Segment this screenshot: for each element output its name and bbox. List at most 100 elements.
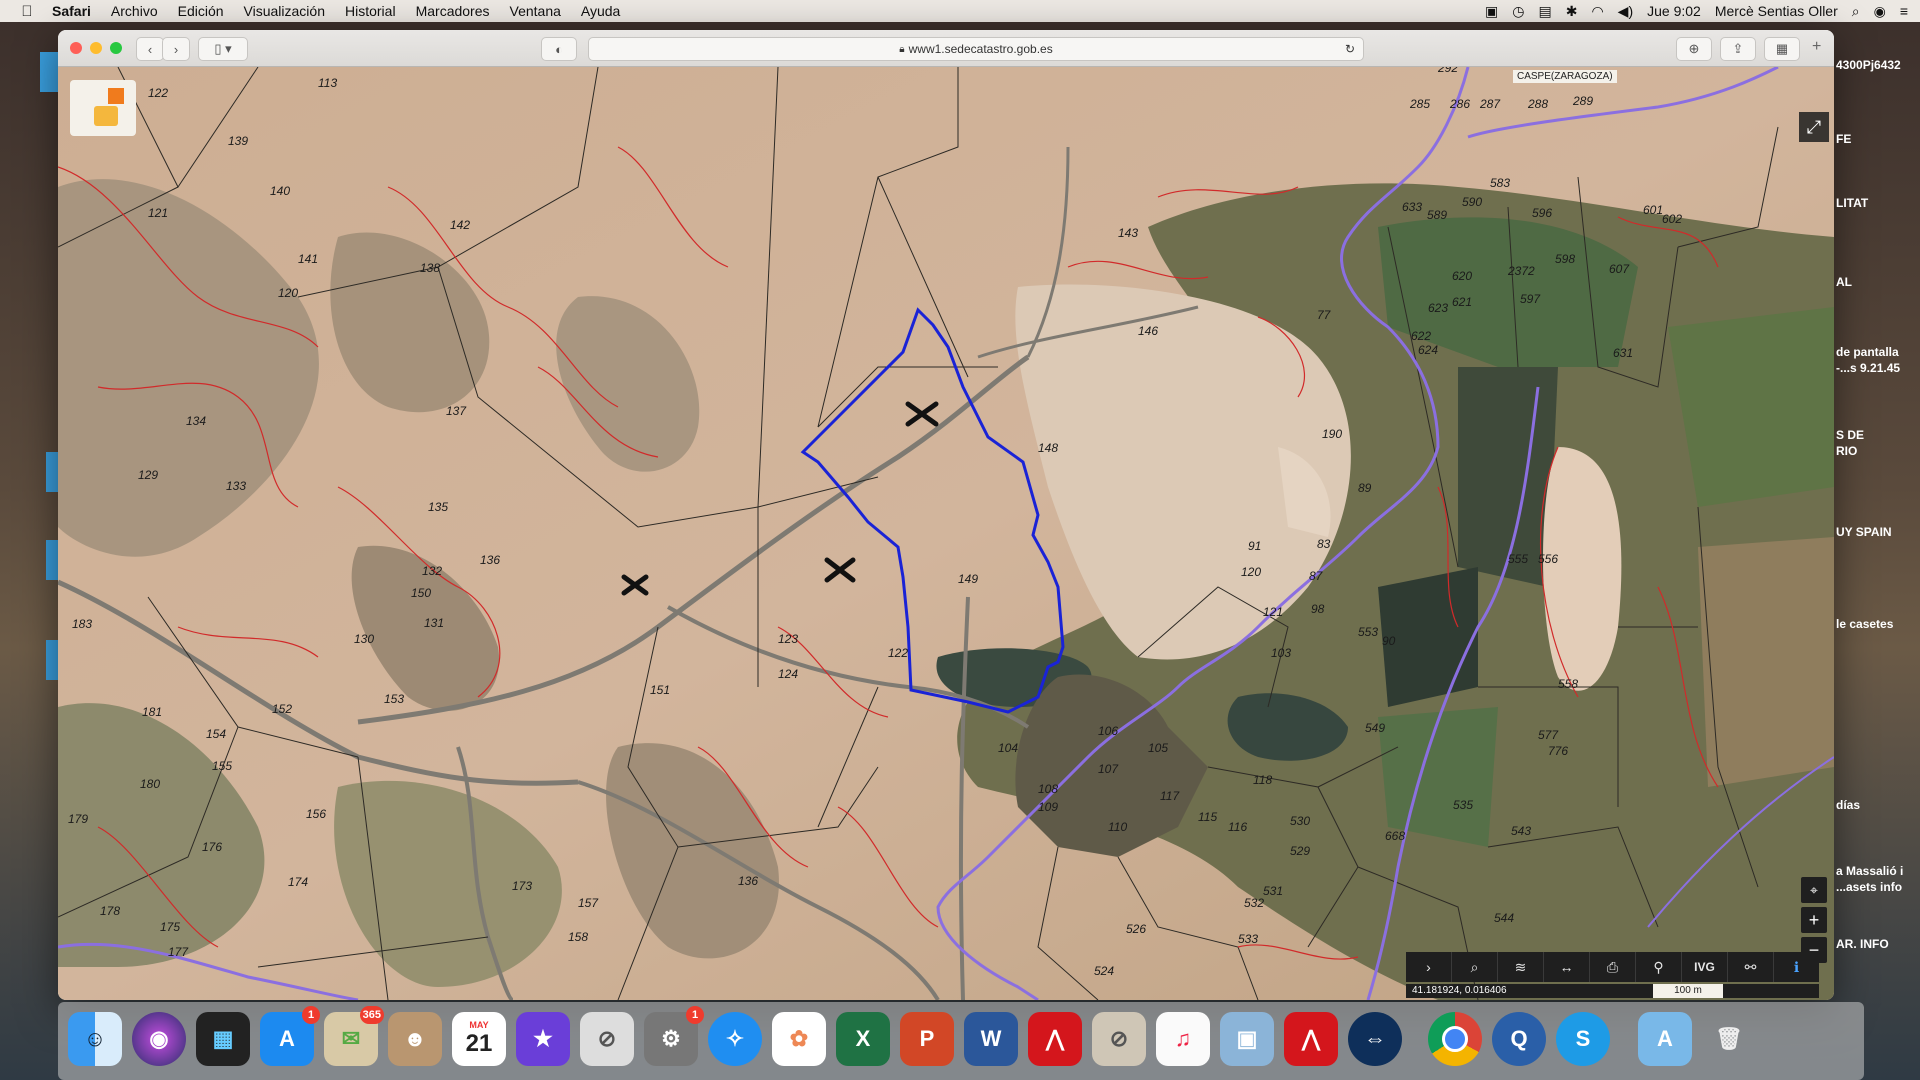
parcel-number-label: 121 bbox=[1263, 605, 1283, 619]
parcel-number-label: 139 bbox=[228, 134, 248, 148]
layers-button[interactable]: ≋ bbox=[1498, 952, 1544, 982]
acrobat-reader-icon[interactable]: ⋀ bbox=[1284, 1012, 1338, 1066]
acrobat-icon[interactable]: ⋀ bbox=[1028, 1012, 1082, 1066]
menu-historial[interactable]: Historial bbox=[335, 3, 406, 19]
desktop-item-label[interactable]: de pantalla bbox=[1836, 345, 1899, 359]
zoom-in-button[interactable]: + bbox=[1801, 907, 1827, 933]
address-bar[interactable]: 🔒︎ www1.sedecatastro.gob.es ↻ bbox=[588, 37, 1364, 61]
bluetooth-icon[interactable]: ✱ bbox=[1566, 3, 1578, 20]
tab-overview-button[interactable]: ▦ bbox=[1764, 37, 1800, 61]
ivg-button[interactable]: IVG bbox=[1682, 952, 1728, 982]
search-button[interactable]: ⌕ bbox=[1452, 952, 1498, 982]
parcel-number-label: 141 bbox=[298, 252, 318, 266]
parcel-number-label: 122 bbox=[888, 646, 908, 660]
forward-button[interactable]: › bbox=[162, 37, 190, 61]
trash-icon[interactable]: 🗑︎ bbox=[1702, 1012, 1756, 1066]
status-calendar-icon[interactable]: ▤ bbox=[1538, 3, 1551, 20]
menu-edicion[interactable]: Edición bbox=[168, 3, 234, 19]
desktop-item-label[interactable]: LITAT bbox=[1836, 196, 1868, 210]
parcel-number-label: 622 bbox=[1411, 329, 1431, 343]
menu-ventana[interactable]: Ventana bbox=[500, 3, 571, 19]
share-button[interactable]: ⇪ bbox=[1720, 37, 1756, 61]
parcel-number-label: 183 bbox=[72, 617, 92, 631]
mail-icon[interactable]: ✉ 365 bbox=[324, 1006, 384, 1066]
desktop-item-label[interactable]: días bbox=[1836, 798, 1860, 812]
new-tab-button[interactable]: + bbox=[1812, 38, 1821, 56]
calendar-icon[interactable]: MAY 21 bbox=[452, 1012, 506, 1066]
time-machine-icon[interactable]: ◷ bbox=[1512, 3, 1524, 20]
powerpoint-icon[interactable]: P bbox=[900, 1012, 954, 1066]
desktop-item-label[interactable]: 4300Pj6432 bbox=[1836, 58, 1901, 72]
word-icon[interactable]: W bbox=[964, 1012, 1018, 1066]
locate-button[interactable]: ⌖ bbox=[1801, 877, 1827, 903]
reload-icon[interactable]: ↻ bbox=[1345, 42, 1355, 56]
menu-visualizacion[interactable]: Visualización bbox=[234, 3, 335, 19]
contacts-icon[interactable]: ☻ bbox=[388, 1012, 442, 1066]
desktop-left-edge-3 bbox=[46, 540, 58, 580]
safari-icon[interactable]: ✧ bbox=[708, 1012, 762, 1066]
parcel-number-label: 553 bbox=[1358, 625, 1378, 639]
info-button[interactable]: ℹ bbox=[1774, 952, 1819, 982]
back-button[interactable]: ‹ bbox=[136, 37, 164, 61]
menu-marcadores[interactable]: Marcadores bbox=[406, 3, 500, 19]
parcel-number-label: 176 bbox=[202, 840, 222, 854]
print-button[interactable]: ⎙ bbox=[1590, 952, 1636, 982]
utility-app-icon[interactable]: ⊘ bbox=[1092, 1012, 1146, 1066]
zoom-window-button[interactable] bbox=[110, 42, 122, 54]
itunes-icon[interactable]: ♫ bbox=[1156, 1012, 1210, 1066]
street-view-button[interactable]: ⚲ bbox=[1636, 952, 1682, 982]
minimize-window-button[interactable] bbox=[90, 42, 102, 54]
parcel-number-label: 178 bbox=[100, 904, 120, 918]
parcel-number-label: 556 bbox=[1538, 552, 1558, 566]
close-window-button[interactable] bbox=[70, 42, 82, 54]
desktop-item-label[interactable]: RIO bbox=[1836, 444, 1857, 458]
applications-folder-icon[interactable]: A bbox=[1638, 1012, 1692, 1066]
no-entry-app-icon[interactable]: ⊘ bbox=[580, 1012, 634, 1066]
volume-icon[interactable]: ◀) bbox=[1618, 3, 1633, 20]
system-preferences-icon[interactable]: ⚙ 1 bbox=[644, 1006, 704, 1066]
downloads-button[interactable]: ⊕ bbox=[1676, 37, 1712, 61]
map-toolbar: › ⌕ ≋ ↔ ⎙ ⚲ IVG ⚯ ℹ bbox=[1406, 952, 1819, 982]
menu-archivo[interactable]: Archivo bbox=[101, 3, 168, 19]
wifi-icon[interactable]: ◠ bbox=[1591, 3, 1603, 20]
preview-icon[interactable]: ▣ bbox=[1220, 1012, 1274, 1066]
desktop-item-label[interactable]: S DE bbox=[1836, 428, 1864, 442]
parcel-number-label: 135 bbox=[428, 500, 448, 514]
menu-app-name[interactable]: Safari bbox=[42, 3, 101, 19]
photos-icon[interactable]: ✿ bbox=[772, 1012, 826, 1066]
user-name[interactable]: Mercè Sentias Oller bbox=[1715, 3, 1838, 19]
skype-icon[interactable]: S bbox=[1556, 1012, 1610, 1066]
desktop-item-label[interactable]: AR. INFO bbox=[1836, 937, 1889, 951]
app-store-icon[interactable]: A1 bbox=[260, 1006, 320, 1066]
desktop-item-label[interactable]: UY SPAIN bbox=[1836, 525, 1892, 539]
desktop-item-label[interactable]: a Massalió i bbox=[1836, 864, 1903, 878]
finder-icon[interactable]: ☺ bbox=[68, 1012, 122, 1066]
desktop-item-label[interactable]: AL bbox=[1836, 275, 1852, 289]
expand-toolbar-button[interactable]: › bbox=[1406, 952, 1452, 982]
chrome-icon[interactable] bbox=[1428, 1012, 1482, 1066]
photo-browser-icon[interactable]: ▦ bbox=[196, 1012, 250, 1066]
fullscreen-button[interactable]: ⤢ bbox=[1799, 112, 1829, 142]
teamviewer-icon[interactable]: ⇔ bbox=[1348, 1012, 1402, 1066]
excel-icon[interactable]: X bbox=[836, 1012, 890, 1066]
cadastre-map[interactable]: 122 139 113 140 141 142 143 138 121 120 137 134 129 1… bbox=[58, 67, 1834, 1000]
menu-ayuda[interactable]: Ayuda bbox=[571, 3, 630, 19]
parcel-number-label: 286 bbox=[1449, 97, 1470, 111]
desktop-item-label[interactable]: FE bbox=[1836, 132, 1851, 146]
parcel-number-label: 544 bbox=[1494, 911, 1514, 925]
status-display-icon[interactable]: ▣ bbox=[1485, 3, 1498, 20]
sidebar-button[interactable]: ▯ ▾ bbox=[198, 37, 248, 61]
catastro-logo[interactable] bbox=[70, 80, 136, 136]
link-button[interactable]: ⚯ bbox=[1728, 952, 1774, 982]
imovie-icon[interactable]: ★ bbox=[516, 1012, 570, 1066]
map-canvas[interactable]: 122 139 113 140 141 142 143 138 121 120 137 134 129 1… bbox=[58, 67, 1834, 1000]
siri-icon[interactable]: ◉ bbox=[132, 1012, 186, 1066]
privacy-shield-icon[interactable]: ◐ bbox=[541, 37, 577, 61]
desktop-item-label[interactable]: -...s 9.21.45 bbox=[1836, 361, 1900, 375]
desktop-item-label[interactable]: ...asets info bbox=[1836, 880, 1902, 894]
quicktime-icon[interactable]: Q bbox=[1492, 1012, 1546, 1066]
desktop-item-label[interactable]: le casetes bbox=[1836, 617, 1893, 631]
clock[interactable]: Jue 9:02 bbox=[1647, 3, 1701, 19]
measure-button[interactable]: ↔ bbox=[1544, 952, 1590, 982]
apple-icon[interactable]:  bbox=[12, 3, 42, 20]
